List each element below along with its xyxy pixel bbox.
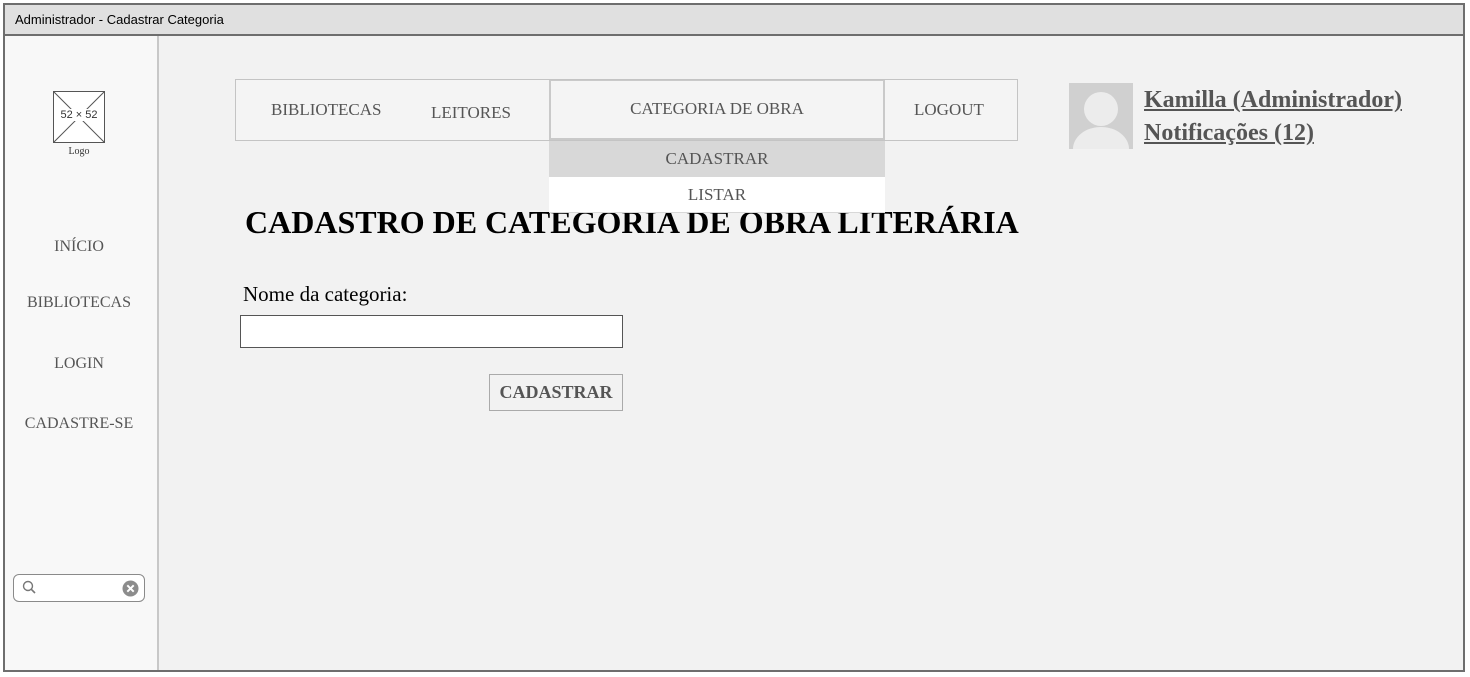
nav-item-categoria-label: CATEGORIA DE OBRA <box>630 99 804 118</box>
main-content: BIBLIOTECAS LEITORES CATEGORIA DE OBRA L… <box>159 36 1463 670</box>
submit-button[interactable]: CADASTRAR <box>489 374 623 411</box>
nav-item-leitores[interactable]: LEITORES <box>431 103 511 123</box>
category-name-input[interactable] <box>240 315 623 348</box>
notifications-link[interactable]: Notificações (12) <box>1144 120 1314 147</box>
logo-dimensions: 52 × 52 <box>59 109 99 121</box>
dropdown-item-listar[interactable]: LISTAR <box>549 177 885 213</box>
search-icon <box>22 580 36 594</box>
clear-icon[interactable] <box>122 580 139 597</box>
nav-item-logout[interactable]: LOGOUT <box>914 100 984 120</box>
category-name-label: Nome da categoria: <box>243 282 408 306</box>
nav-item-bibliotecas[interactable]: BIBLIOTECAS <box>271 100 382 120</box>
sidebar-item-bibliotecas[interactable]: BIBLIOTECAS <box>5 294 153 312</box>
app-window: Administrador - Cadastrar Categoria 52 ×… <box>3 3 1465 672</box>
sidebar-item-cadastre-se[interactable]: CADASTRE-SE <box>5 415 153 433</box>
user-name-link[interactable]: Kamilla (Administrador) <box>1144 87 1402 114</box>
top-nav: BIBLIOTECAS LEITORES CATEGORIA DE OBRA L… <box>235 79 1018 141</box>
sidebar-search <box>13 574 145 602</box>
sidebar: 52 × 52 Logo INÍCIO BIBLIOTECAS LOGIN CA… <box>5 36 159 670</box>
search-input[interactable] <box>40 578 120 600</box>
avatar-icon <box>1069 83 1133 149</box>
title-bar: Administrador - Cadastrar Categoria <box>5 5 1463 36</box>
logo-placeholder: 52 × 52 <box>53 91 105 143</box>
nav-item-categoria-de-obra[interactable]: CATEGORIA DE OBRA <box>549 80 885 140</box>
sidebar-item-login[interactable]: LOGIN <box>5 355 153 373</box>
window-title: Administrador - Cadastrar Categoria <box>15 12 224 27</box>
category-dropdown: CADASTRAR LISTAR <box>549 141 885 213</box>
sidebar-item-inicio[interactable]: INÍCIO <box>5 238 153 256</box>
logo-caption: Logo <box>68 146 90 157</box>
dropdown-item-cadastrar[interactable]: CADASTRAR <box>549 141 885 177</box>
